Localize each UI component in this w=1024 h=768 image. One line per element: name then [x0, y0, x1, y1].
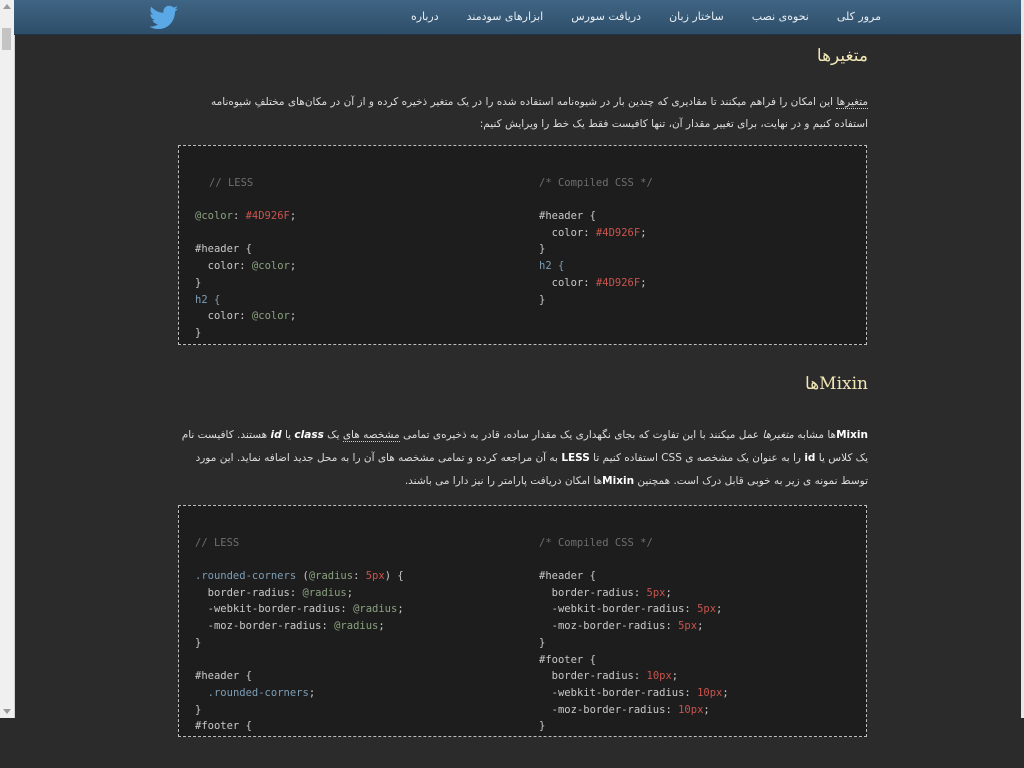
variables-text: این امکان را فراهم میکنند تا مقادیری که …: [211, 96, 868, 130]
main-nav: مرور کلی نحوه‌ی نصب ساختار زبان دریافت س…: [397, 0, 895, 34]
code-variable: @color: [195, 210, 233, 223]
top-navigation-bar: مرور کلی نحوه‌ی نصب ساختار زبان دریافت س…: [14, 0, 1021, 35]
code-value: 10px: [697, 686, 723, 699]
code-mixin-call: .rounded-corners: [207, 686, 309, 699]
nav-item-overview[interactable]: مرور کلی: [823, 0, 895, 34]
code-property: -webkit-border-radius: [551, 686, 685, 699]
code-mixin-selector: .rounded-corners: [195, 570, 297, 583]
code-value: 10px: [678, 703, 704, 716]
mixin-term: Mixin: [836, 429, 868, 441]
nav-item-syntax[interactable]: ساختار زبان: [655, 0, 738, 34]
code-property: -webkit-border-radius: [551, 603, 685, 616]
code-value: #4D926F: [245, 210, 290, 223]
mixin-text-6: را به عنوان یک مشخصه ی CSS استفاده کنیم …: [589, 452, 805, 464]
scroll-down-icon[interactable]: [3, 709, 11, 714]
code-value: 5px: [646, 586, 666, 599]
code-property: border-radius: [551, 586, 634, 599]
code-value: 5px: [678, 620, 698, 633]
less-code-column: // LESS @color: #4D926F; #header { color: …: [195, 158, 296, 375]
code-variable: @radius: [353, 603, 398, 616]
nav-item-about[interactable]: درباره: [397, 0, 453, 34]
code-variable: @radius: [334, 620, 379, 633]
code-value: 5px: [365, 570, 385, 583]
code-selector: #header {: [539, 210, 596, 223]
nav-item-installation[interactable]: نحوه‌ی نصب: [738, 0, 823, 34]
code-comment: /* Compiled CSS */: [539, 536, 653, 549]
code-brace: }: [539, 636, 546, 649]
code-comment: // LESS: [195, 536, 240, 549]
code-variable: @color: [251, 260, 290, 273]
twitter-bird-icon[interactable]: [148, 5, 180, 29]
code-brace: }: [195, 326, 202, 339]
compiled-css-column: /* Compiled CSS */ #header { border-radiu…: [539, 518, 729, 768]
code-selector: #header {: [539, 570, 596, 583]
mixin-text-8: ها امکان دریافت پارامتر را نیز دارا می ب…: [404, 475, 603, 487]
code-property: -moz-border-radius: [551, 703, 666, 716]
code-value: 10px: [646, 670, 672, 683]
code-brace: }: [195, 703, 202, 716]
code-comment: /* Compiled CSS */: [539, 176, 653, 189]
code-variable: @color: [251, 310, 290, 323]
code-selector: #header {: [195, 670, 252, 683]
variables-abbr: متغیرها: [836, 96, 868, 109]
id-term-2: id: [804, 452, 816, 464]
code-selector: h2 {: [539, 260, 565, 273]
code-brace: }: [539, 243, 546, 256]
browser-scrollbar[interactable]: [0, 0, 15, 718]
code-value: #4D926F: [595, 276, 641, 289]
code-property: -moz-border-radius: [207, 620, 322, 633]
mixins-code-example: // LESS .rounded-corners (@radius: 5px) {…: [178, 505, 867, 737]
mixins-paragraph: Mixinها مشابه متغیرها عمل میکنند با این …: [178, 424, 868, 493]
class-term: class: [294, 429, 324, 441]
properties-term: مشخصه های: [342, 429, 400, 442]
code-selector: #footer {: [539, 653, 596, 666]
code-property: border-radius: [207, 586, 290, 599]
code-brace: }: [539, 293, 546, 306]
code-property: border-radius: [551, 670, 634, 683]
code-property: color: [551, 226, 584, 239]
code-variable: @radius: [308, 570, 354, 583]
code-selector: #footer {: [195, 720, 252, 733]
variables-code-example: // LESS @color: #4D926F; #header { color: …: [178, 145, 867, 345]
nav-item-tools[interactable]: ابزارهای سودمند: [453, 0, 558, 34]
variables-paragraph: متغیرها این امکان را فراهم میکنند تا مقا…: [178, 91, 868, 135]
nav-item-download-source[interactable]: دریافت سورس: [557, 0, 655, 34]
variables-term: متغیرها: [762, 429, 794, 441]
code-value: #4D926F: [595, 226, 641, 239]
code-property: -moz-border-radius: [551, 620, 666, 633]
variables-heading: متغیرها: [816, 46, 868, 66]
code-selector: h2 {: [195, 293, 221, 306]
mixin-term-2: Mixin: [602, 475, 635, 487]
code-property: -webkit-border-radius: [207, 603, 341, 616]
code-property: color: [551, 276, 584, 289]
code-value: 5px: [697, 603, 717, 616]
compiled-css-column: /* Compiled CSS */#header { color: #4D92…: [539, 158, 653, 342]
mixin-text-4: یا: [281, 429, 295, 441]
code-brace: }: [195, 276, 202, 289]
mixin-text-1: ها مشابه: [793, 429, 837, 441]
scroll-up-icon[interactable]: [3, 4, 11, 9]
less-code-column: // LESS .rounded-corners (@radius: 5px) {…: [195, 518, 404, 768]
code-selector: #header {: [195, 243, 252, 256]
mixins-heading: Mixinها: [805, 374, 868, 394]
code-comment: // LESS: [209, 176, 254, 189]
code-property: color: [207, 310, 240, 323]
scrollbar-thumb[interactable]: [2, 28, 11, 50]
code-variable: @radius: [302, 586, 347, 599]
code-brace: }: [195, 636, 202, 649]
mixin-text-2: عمل میکنند با این تفاوت که بجای نگهداری …: [399, 429, 763, 441]
code-brace: }: [539, 720, 546, 733]
less-term: LESS: [561, 452, 590, 464]
code-property: color: [207, 260, 240, 273]
mixin-text-3: یک: [323, 429, 343, 441]
id-term: id: [270, 429, 282, 441]
